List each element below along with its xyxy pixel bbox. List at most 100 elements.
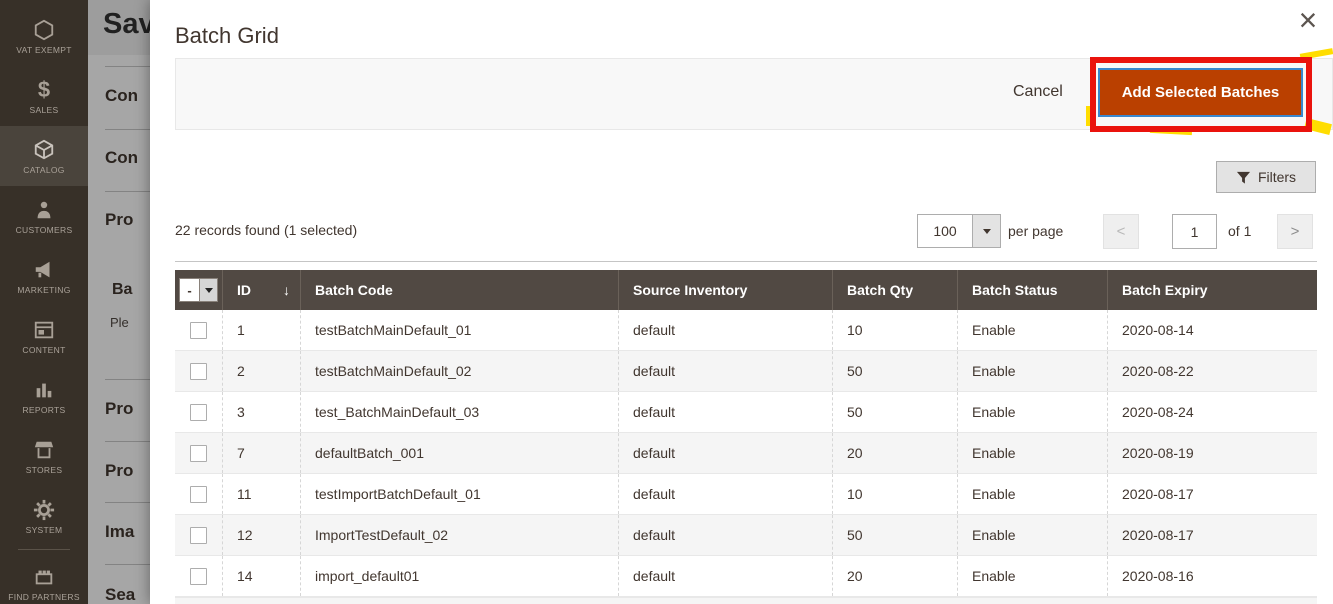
cell-batch-code: import_default01 bbox=[300, 556, 618, 596]
cell-batch-code: ImportTestDefault_02 bbox=[300, 515, 618, 555]
column-label: Batch Expiry bbox=[1122, 282, 1208, 298]
cell-batch-status: Enable bbox=[957, 392, 1107, 432]
cell-source-inventory: default bbox=[618, 310, 832, 350]
toolbar-divider bbox=[175, 261, 1317, 262]
filters-label: Filters bbox=[1258, 169, 1296, 185]
sidebar-item-label: CATALOG bbox=[23, 165, 64, 175]
row-checkbox[interactable] bbox=[190, 486, 207, 503]
page-number-input[interactable] bbox=[1172, 214, 1217, 249]
brick-icon bbox=[33, 565, 55, 589]
sidebar-item-system[interactable]: SYSTEM bbox=[0, 486, 88, 546]
sort-desc-icon: ↓ bbox=[283, 282, 290, 298]
column-label: Batch Status bbox=[972, 282, 1058, 298]
per-page-select[interactable]: 100 bbox=[917, 214, 1001, 248]
column-label: Batch Qty bbox=[847, 282, 913, 298]
sidebar-item-label: FIND PARTNERS bbox=[8, 592, 80, 602]
batch-grid-modal: Batch Grid × Cancel Add Selected Batches… bbox=[150, 0, 1333, 604]
table-row: 3 test_BatchMainDefault_03 default 50 En… bbox=[175, 392, 1317, 433]
cell-batch-status: Enable bbox=[957, 433, 1107, 473]
cell-batch-status: Enable bbox=[957, 474, 1107, 514]
column-label: Source Inventory bbox=[633, 282, 747, 298]
cell-batch-expiry: 2020-08-17 bbox=[1107, 515, 1317, 555]
filters-button[interactable]: Filters bbox=[1216, 161, 1316, 193]
sidebar-item-find-partners[interactable]: FIND PARTNERS bbox=[0, 553, 88, 604]
cell-id: 12 bbox=[222, 515, 300, 555]
row-checkbox[interactable] bbox=[190, 527, 207, 544]
cell-batch-qty: 50 bbox=[832, 351, 957, 391]
sidebar-item-content[interactable]: CONTENT bbox=[0, 306, 88, 366]
column-header-batch-expiry[interactable]: Batch Expiry bbox=[1107, 270, 1317, 310]
cancel-button[interactable]: Cancel bbox=[1013, 83, 1063, 101]
column-label: Batch Code bbox=[315, 282, 393, 298]
sidebar-item-vat-exempt[interactable]: VAT EXEMPT bbox=[0, 6, 88, 66]
column-header-batch-qty[interactable]: Batch Qty bbox=[832, 270, 957, 310]
box-icon bbox=[33, 138, 55, 162]
sidebar-divider bbox=[18, 549, 70, 550]
sidebar-item-label: CUSTOMERS bbox=[16, 225, 73, 235]
cell-id: 11 bbox=[222, 474, 300, 514]
cell-source-inventory: default bbox=[618, 433, 832, 473]
add-selected-batches-button[interactable]: Add Selected Batches bbox=[1098, 68, 1303, 117]
checkbox-cell bbox=[175, 474, 222, 514]
table-row: 7 defaultBatch_001 default 20 Enable 202… bbox=[175, 433, 1317, 474]
row-checkbox[interactable] bbox=[190, 322, 207, 339]
sidebar-item-stores[interactable]: STORES bbox=[0, 426, 88, 486]
select-all-control[interactable]: - bbox=[175, 270, 222, 310]
row-checkbox[interactable] bbox=[190, 568, 207, 585]
table-row-partial bbox=[175, 597, 1317, 604]
checkbox-cell bbox=[175, 310, 222, 350]
column-label: ID bbox=[237, 282, 251, 298]
dollar-icon: $ bbox=[38, 78, 50, 102]
cell-source-inventory: default bbox=[618, 474, 832, 514]
cell-source-inventory: default bbox=[618, 392, 832, 432]
next-page-button[interactable]: > bbox=[1277, 214, 1313, 249]
select-all-dropdown: - bbox=[179, 278, 218, 302]
row-checkbox[interactable] bbox=[190, 404, 207, 421]
column-header-batch-status[interactable]: Batch Status bbox=[957, 270, 1107, 310]
cell-batch-status: Enable bbox=[957, 310, 1107, 350]
sidebar-item-marketing[interactable]: MARKETING bbox=[0, 246, 88, 306]
cell-id: 7 bbox=[222, 433, 300, 473]
column-header-id[interactable]: ID ↓ bbox=[222, 270, 300, 310]
sidebar-item-label: VAT EXEMPT bbox=[16, 45, 71, 55]
cell-batch-qty: 10 bbox=[832, 474, 957, 514]
checkbox-cell bbox=[175, 556, 222, 596]
checkbox-cell bbox=[175, 351, 222, 391]
table-row: 12 ImportTestDefault_02 default 50 Enabl… bbox=[175, 515, 1317, 556]
sidebar-item-customers[interactable]: CUSTOMERS bbox=[0, 186, 88, 246]
row-checkbox[interactable] bbox=[190, 363, 207, 380]
sidebar-item-sales[interactable]: $ SALES bbox=[0, 66, 88, 126]
cell-batch-code: defaultBatch_001 bbox=[300, 433, 618, 473]
cell-id: 3 bbox=[222, 392, 300, 432]
sidebar-item-reports[interactable]: REPORTS bbox=[0, 366, 88, 426]
per-page-value: 100 bbox=[918, 215, 972, 247]
table-row: 11 testImportBatchDefault_01 default 10 … bbox=[175, 474, 1317, 515]
checkbox-cell bbox=[175, 392, 222, 432]
cell-batch-qty: 20 bbox=[832, 433, 957, 473]
sidebar-item-catalog[interactable]: CATALOG bbox=[0, 126, 88, 186]
column-header-source-inventory[interactable]: Source Inventory bbox=[618, 270, 832, 310]
layout-icon bbox=[33, 318, 55, 342]
column-header-batch-code[interactable]: Batch Code bbox=[300, 270, 618, 310]
table-row: 1 testBatchMainDefault_01 default 10 Ena… bbox=[175, 310, 1317, 351]
per-page-label: per page bbox=[1008, 223, 1063, 239]
row-checkbox[interactable] bbox=[190, 445, 207, 462]
prev-page-button[interactable]: < bbox=[1103, 214, 1139, 249]
sidebar-item-label: SALES bbox=[30, 105, 59, 115]
cell-id: 1 bbox=[222, 310, 300, 350]
sidebar-item-label: STORES bbox=[26, 465, 63, 475]
cell-batch-expiry: 2020-08-24 bbox=[1107, 392, 1317, 432]
screen: Sav Con Con Pro Ba Ple Pro Pro Ima Sea V… bbox=[0, 0, 1333, 604]
hexagon-icon bbox=[33, 18, 55, 42]
close-icon[interactable]: × bbox=[1288, 0, 1328, 40]
sidebar-item-label: REPORTS bbox=[22, 405, 65, 415]
bar-chart-icon bbox=[33, 378, 55, 402]
table-row: 2 testBatchMainDefault_02 default 50 Ena… bbox=[175, 351, 1317, 392]
chevron-down-icon bbox=[199, 279, 217, 301]
admin-sidebar: VAT EXEMPT $ SALES CATALOG CUSTOMERS MAR… bbox=[0, 0, 88, 604]
cell-batch-expiry: 2020-08-19 bbox=[1107, 433, 1317, 473]
sidebar-item-label: SYSTEM bbox=[26, 525, 63, 535]
cell-source-inventory: default bbox=[618, 515, 832, 555]
cell-source-inventory: default bbox=[618, 556, 832, 596]
cell-id: 2 bbox=[222, 351, 300, 391]
